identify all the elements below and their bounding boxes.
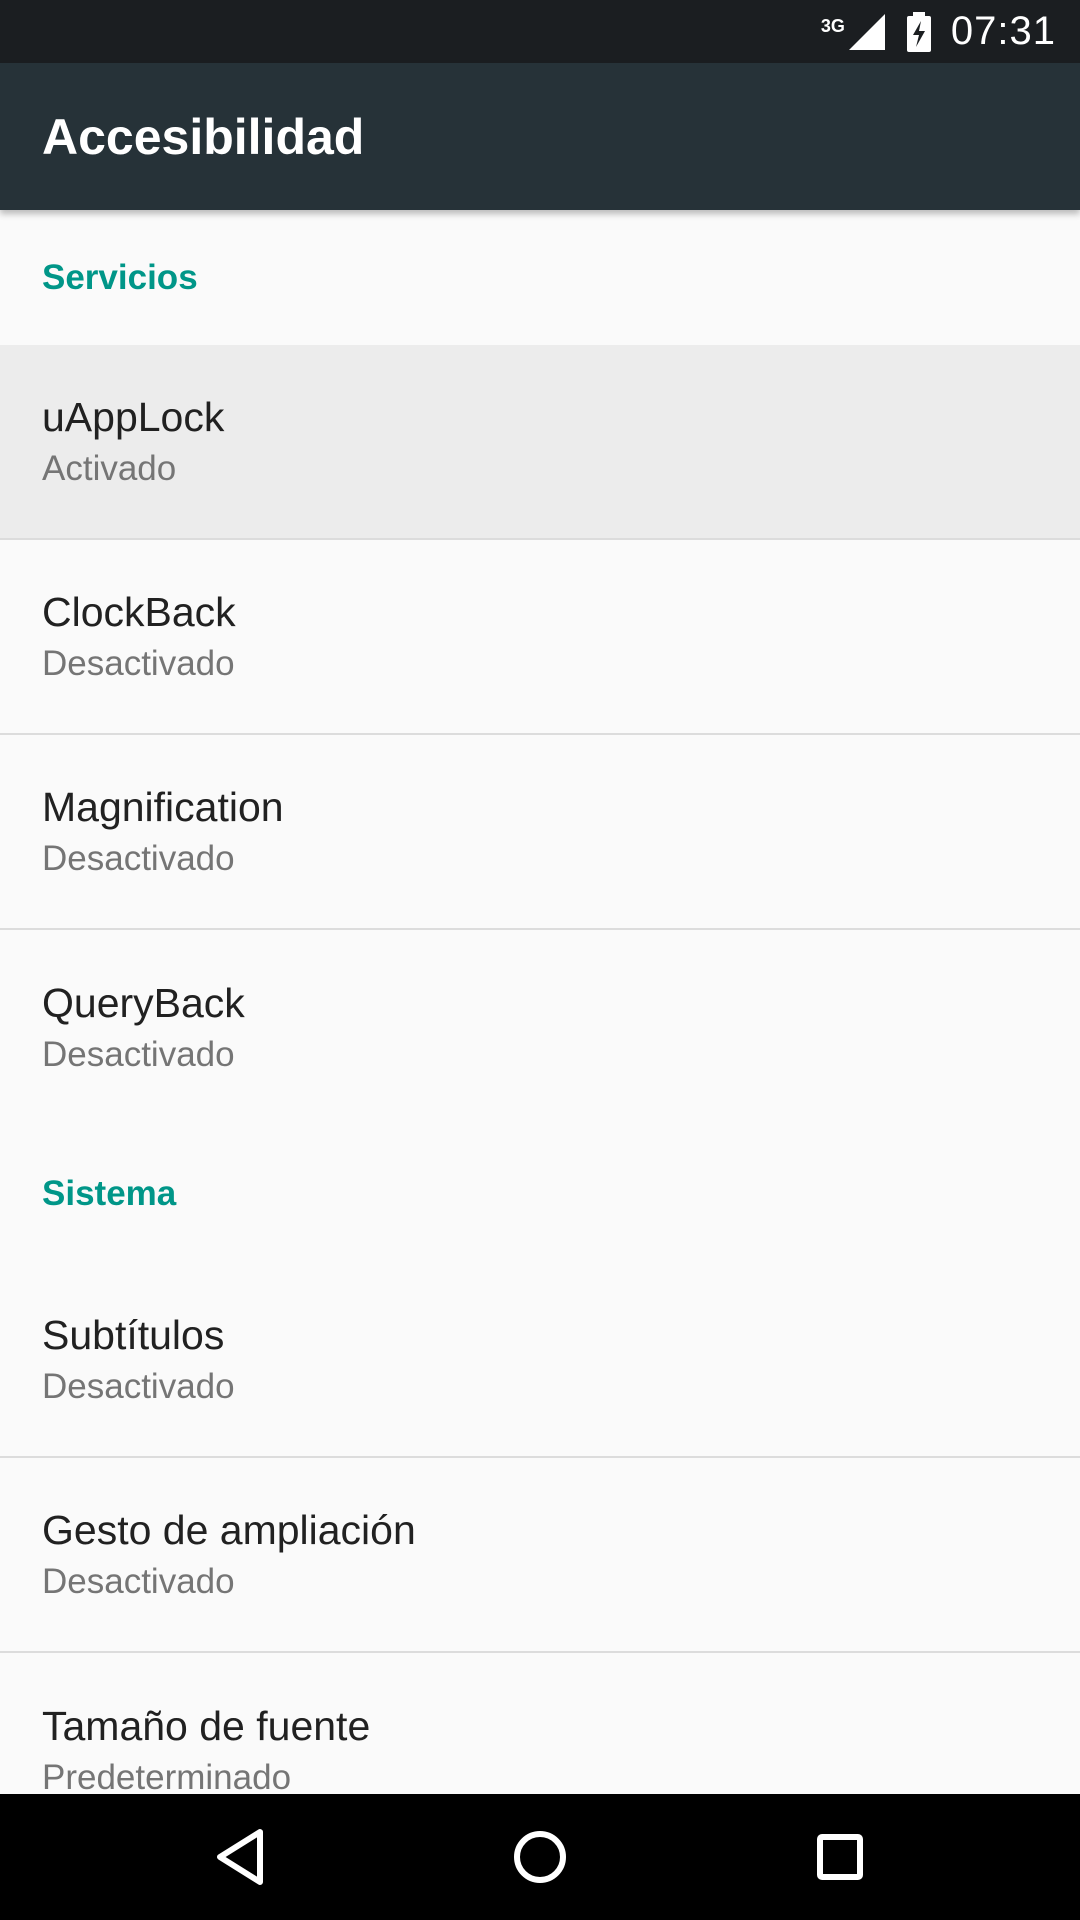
item-title: Gesto de ampliación xyxy=(42,1506,416,1553)
clock: 07:31 xyxy=(950,9,1056,53)
recents-icon xyxy=(817,1834,863,1880)
item-title: ClockBack xyxy=(42,588,236,635)
item-summary: Desactivado xyxy=(42,838,235,878)
network-type-label: 3G xyxy=(820,15,845,36)
section-header-sistema: Sistema xyxy=(42,1174,177,1213)
status-bar: 3G 07:31 xyxy=(0,0,1080,63)
network-indicator: 3G xyxy=(821,12,887,52)
list-item-magnification[interactable]: Magnification Desactivado xyxy=(0,735,1080,930)
list-item-subtitulos[interactable]: Subtítulos Desactivado xyxy=(0,1263,1080,1458)
list-item-tamano-de-fuente[interactable]: Tamaño de fuente Predeterminado xyxy=(0,1653,1080,1795)
item-summary: Desactivado xyxy=(42,1034,235,1074)
item-title: uAppLock xyxy=(42,393,225,440)
section-header-servicios: Servicios xyxy=(42,257,198,297)
item-summary: Desactivado xyxy=(42,1366,235,1406)
list-item-clockback[interactable]: ClockBack Desactivado xyxy=(0,540,1080,735)
item-title: QueryBack xyxy=(42,979,245,1026)
item-summary: Activado xyxy=(42,448,177,488)
item-title: Subtítulos xyxy=(42,1311,225,1358)
list-item-gesto-de-ampliacion[interactable]: Gesto de ampliación Desactivado xyxy=(0,1458,1080,1653)
home-button[interactable] xyxy=(390,1794,690,1920)
settings-list[interactable]: Servicios uAppLock Activado ClockBack De… xyxy=(0,210,1080,1794)
screen: 3G 07:31 Accesibilidad Servicios uAppLoc… xyxy=(0,0,1080,1920)
signal-icon xyxy=(848,13,885,50)
item-summary: Desactivado xyxy=(42,643,235,683)
battery-charging-icon xyxy=(906,11,931,52)
list-item-uapplock[interactable]: uAppLock Activado xyxy=(0,345,1080,540)
back-icon xyxy=(217,1829,263,1885)
item-summary: Desactivado xyxy=(42,1561,235,1601)
list-item-queryback[interactable]: QueryBack Desactivado xyxy=(0,930,1080,1125)
home-icon xyxy=(514,1831,566,1883)
app-bar: Accesibilidad xyxy=(0,63,1080,210)
item-summary: Predeterminado xyxy=(42,1757,292,1795)
recents-button[interactable] xyxy=(690,1794,990,1920)
back-button[interactable] xyxy=(90,1794,390,1920)
navigation-bar xyxy=(0,1794,1080,1920)
page-title: Accesibilidad xyxy=(42,108,365,165)
item-title: Tamaño de fuente xyxy=(42,1702,371,1749)
item-title: Magnification xyxy=(42,783,284,830)
